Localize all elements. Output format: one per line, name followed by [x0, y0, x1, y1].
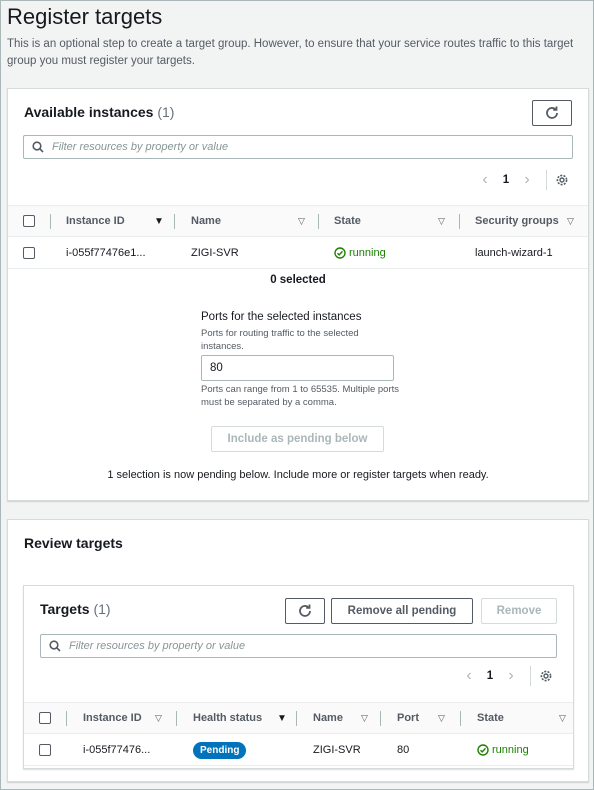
gear-icon[interactable] — [539, 669, 553, 683]
sort-icon: ▽ — [567, 215, 574, 226]
next-page-icon[interactable]: › — [516, 171, 538, 189]
column-state[interactable]: State ▽ — [334, 206, 454, 236]
available-instances-title: Available instances — [24, 104, 154, 120]
ports-label: Ports for the selected instances — [201, 311, 362, 323]
pager-divider — [530, 666, 531, 686]
ports-description: Ports for routing traffic to the selecte… — [201, 328, 359, 352]
port-input[interactable]: 80 — [201, 355, 394, 381]
column-port[interactable]: Port ▽ — [397, 703, 452, 733]
search-icon — [49, 640, 61, 652]
filter-placeholder: Filter resources by property or value — [69, 640, 246, 652]
sort-icon: ▽ — [438, 712, 445, 723]
sort-icon: ▽ — [155, 712, 162, 723]
targets-filter-input[interactable]: Filter resources by property or value — [40, 634, 557, 658]
available-table-header: Instance ID ▼ Name ▽ State ▽ Security gr… — [8, 205, 588, 237]
health-status-cell: Pending — [193, 734, 247, 766]
available-filter-input[interactable]: Filter resources by property or value — [23, 135, 573, 159]
select-all-checkbox[interactable] — [39, 712, 51, 724]
column-name[interactable]: Name ▽ — [191, 206, 316, 236]
pager-divider — [546, 170, 547, 190]
state-cell: running — [334, 237, 386, 269]
targets-title: Targets — [40, 601, 90, 617]
remove-all-pending-button[interactable]: Remove all pending — [331, 598, 473, 624]
page-number[interactable]: 1 — [496, 174, 516, 186]
port-cell: 80 — [397, 744, 410, 756]
select-all-checkbox[interactable] — [23, 215, 35, 227]
column-divider — [460, 711, 461, 726]
pending-badge: Pending — [193, 741, 247, 759]
table-row[interactable]: i-055f77476... Pending ZIGI-SVR 80 runni… — [24, 734, 573, 766]
column-security-groups[interactable]: Security groups ▽ — [475, 206, 585, 236]
previous-page-icon[interactable]: ‹ — [458, 667, 480, 685]
column-divider — [66, 711, 67, 726]
refresh-targets-button[interactable] — [285, 598, 325, 624]
targets-table-header: Instance ID ▽ Health status ▼ Name ▽ Por… — [24, 702, 573, 734]
refresh-icon — [299, 604, 311, 617]
targets-count: (1) — [93, 601, 111, 617]
name-cell: ZIGI-SVR — [191, 247, 239, 259]
state-cell: running — [477, 734, 529, 766]
remove-button[interactable]: Remove — [481, 598, 557, 624]
refresh-icon — [546, 106, 558, 119]
page-title: Register targets — [7, 4, 163, 29]
previous-page-icon[interactable]: ‹ — [474, 171, 496, 189]
name-cell: ZIGI-SVR — [313, 744, 361, 756]
sort-icon: ▽ — [438, 215, 445, 226]
column-divider — [380, 711, 381, 726]
filter-placeholder: Filter resources by property or value — [52, 141, 229, 153]
page-description: This is an optional step to create a tar… — [7, 38, 574, 67]
column-instance-id[interactable]: Instance ID ▼ — [66, 206, 176, 236]
sort-icon: ▽ — [298, 215, 305, 226]
check-circle-icon — [477, 744, 489, 756]
search-icon — [32, 141, 44, 153]
sort-desc-icon: ▼ — [154, 215, 164, 227]
available-instances-header: Available instances (1) — [24, 104, 174, 120]
row-checkbox[interactable] — [39, 744, 51, 756]
pending-message: 1 selection is now pending below. Includ… — [107, 469, 489, 481]
review-targets-panel: Review targets Targets (1) Remove all pe… — [7, 519, 589, 782]
review-targets-title: Review targets — [24, 535, 123, 551]
row-checkbox[interactable] — [23, 247, 35, 259]
available-instances-panel: Available instances (1) Filter resources… — [7, 88, 589, 501]
column-divider — [176, 711, 177, 726]
column-divider — [459, 214, 460, 229]
table-row[interactable]: i-055f77476e1... ZIGI-SVR running launch… — [8, 237, 588, 269]
sort-icon: ▽ — [559, 712, 566, 723]
include-as-pending-button[interactable]: Include as pending below — [211, 426, 384, 452]
column-divider — [296, 711, 297, 726]
column-instance-id[interactable]: Instance ID ▽ — [83, 703, 178, 733]
gear-icon[interactable] — [555, 173, 569, 187]
next-page-icon[interactable]: › — [500, 667, 522, 685]
column-divider — [50, 214, 51, 229]
column-divider — [174, 214, 175, 229]
ports-hint: Ports can range from 1 to 65535. Multipl… — [201, 384, 400, 408]
instance-id-cell[interactable]: i-055f77476e1... — [66, 237, 146, 269]
column-state[interactable]: State ▽ — [477, 703, 572, 733]
selected-count: 0 selected — [270, 274, 326, 286]
targets-pagination: ‹ 1 › — [458, 666, 553, 686]
sort-icon: ▽ — [361, 712, 368, 723]
available-pagination: ‹ 1 › — [474, 170, 569, 190]
security-group-cell: launch-wizard-1 — [475, 247, 553, 259]
instance-id-cell[interactable]: i-055f77476... — [83, 734, 150, 766]
refresh-button[interactable] — [532, 100, 572, 126]
check-circle-icon — [334, 247, 346, 259]
available-instances-count: (1) — [157, 104, 175, 120]
column-name[interactable]: Name ▽ — [313, 703, 378, 733]
column-health-status[interactable]: Health status ▼ — [193, 703, 298, 733]
targets-container: Targets (1) Remove all pending Remove Fi… — [23, 585, 574, 769]
sort-desc-icon: ▼ — [277, 712, 287, 724]
page-number[interactable]: 1 — [480, 670, 500, 682]
column-divider — [318, 214, 319, 229]
targets-header: Targets (1) — [40, 601, 111, 617]
